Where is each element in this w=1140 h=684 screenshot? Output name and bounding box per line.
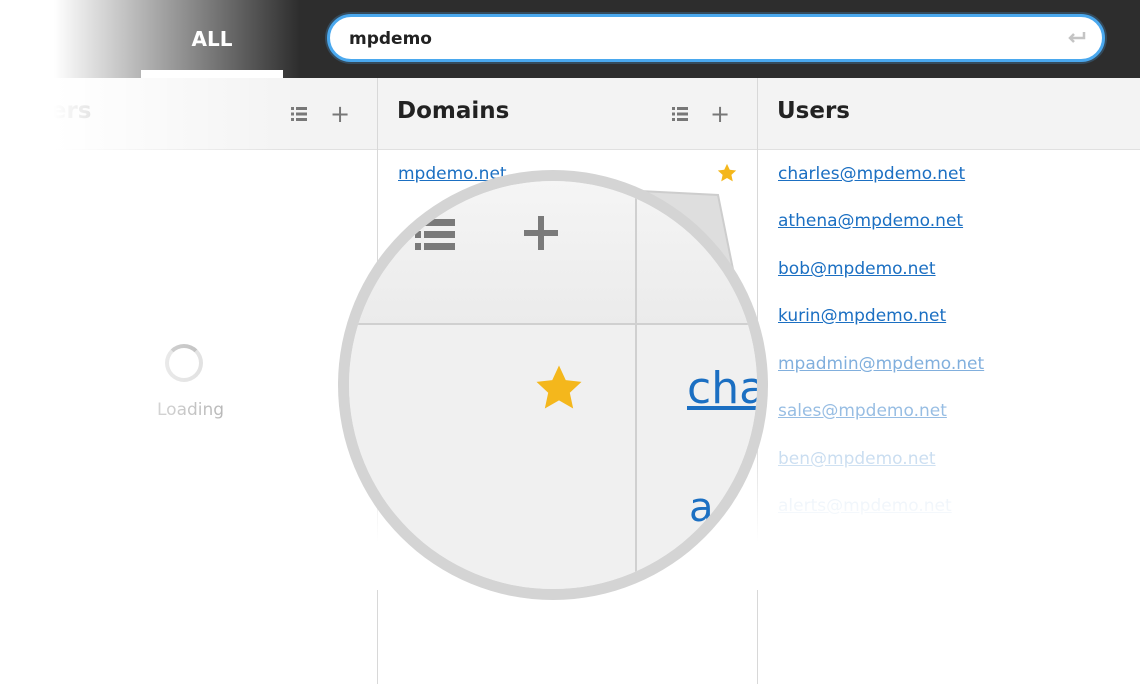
loading-spinner (165, 344, 203, 382)
star-icon (536, 365, 582, 409)
user-link[interactable]: ben@mpdemo.net (778, 449, 936, 469)
plus-icon: + (709, 100, 731, 128)
magnifier-column-divider (635, 181, 637, 589)
domains-header: Domains + (378, 78, 757, 150)
enter-icon[interactable] (1064, 26, 1088, 50)
tab-all[interactable]: ALL (141, 0, 283, 78)
users-column: Users charles@mpdemo.net athena@mpdemo.n… (757, 78, 1140, 684)
list-icon (672, 107, 688, 121)
user-link[interactable]: bob@mpdemo.net (778, 259, 936, 279)
user-link[interactable]: charles@mpdemo.net (778, 164, 965, 184)
user-link[interactable]: athena@mpdemo.net (778, 211, 963, 231)
active-tab-indicator (141, 70, 283, 78)
users-header: Users (758, 78, 1140, 150)
magnified-user-link: cha (687, 363, 757, 414)
customers-list-button[interactable] (285, 100, 313, 128)
list-icon (291, 107, 307, 121)
user-link[interactable]: sales@mpdemo.net (778, 401, 947, 421)
domains-title: Domains (397, 98, 510, 124)
magnified-user-link-2: a (689, 485, 714, 531)
customers-title: tomers (0, 98, 92, 124)
magnifier-lens: cha a (349, 181, 757, 589)
user-link[interactable]: mpadmin@mpdemo.net (778, 354, 984, 374)
customers-column: tomers + Loading (0, 78, 377, 684)
plus-icon: + (329, 100, 351, 128)
magnifier-row-divider (349, 323, 757, 325)
domains-list-button[interactable] (666, 100, 694, 128)
user-link[interactable]: alerts@mpdemo.net (778, 496, 952, 516)
add-domain-button[interactable]: + (706, 100, 734, 128)
top-bar: ALL (0, 0, 1140, 78)
user-link[interactable]: kurin@mpdemo.net (778, 306, 946, 326)
add-customer-button[interactable]: + (326, 100, 354, 128)
search-box[interactable] (327, 14, 1105, 62)
loading-text: Loading (157, 400, 225, 420)
list-icon (415, 219, 455, 251)
users-title: Users (777, 98, 850, 124)
tab-previous[interactable] (0, 0, 140, 78)
search-input[interactable] (347, 17, 1051, 61)
tab-all-label: ALL (191, 27, 233, 51)
magnifier-content: cha a (349, 181, 757, 589)
customers-header: tomers + (0, 78, 377, 150)
plus-icon (524, 216, 558, 250)
